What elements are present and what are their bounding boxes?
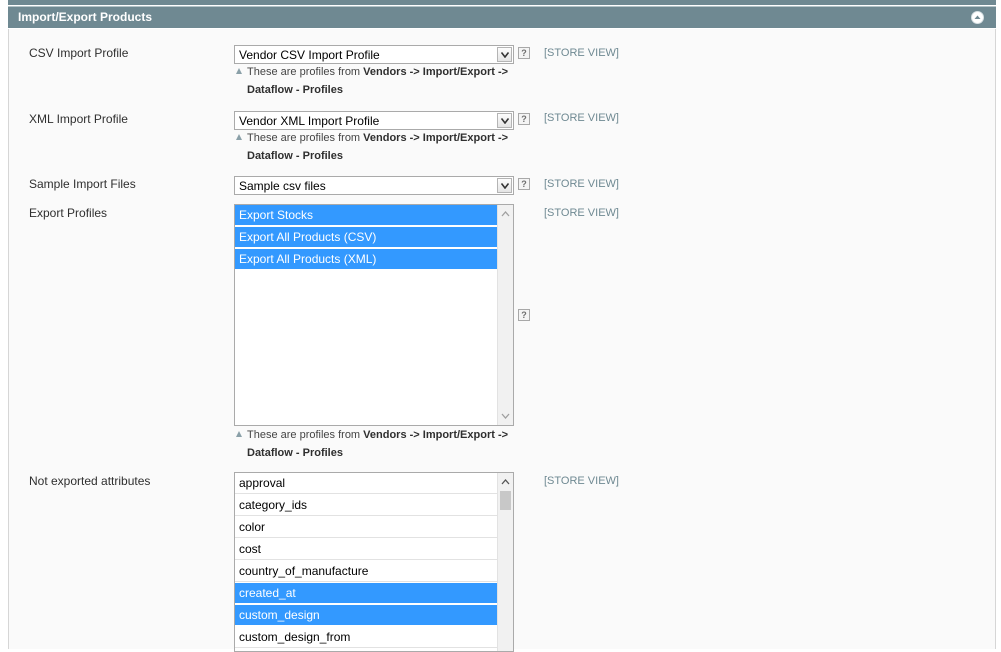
list-item[interactable]: approval [235, 473, 497, 494]
sample-files-select[interactable]: Sample csv files [234, 176, 514, 195]
help-icon[interactable]: ? [518, 178, 530, 190]
list-item[interactable]: Export Stocks [235, 205, 497, 226]
xml-import-scope: [STORE VIEW] [544, 112, 619, 124]
list-item[interactable]: Export All Products (CSV) [235, 227, 497, 248]
export-profiles-multiselect[interactable]: Export Stocks Export All Products (CSV) … [234, 204, 514, 426]
not-exported-multiselect[interactable]: approval category_ids color cost country… [234, 472, 514, 652]
xml-import-note: These are profiles from Vendors -> Impor… [236, 129, 526, 165]
csv-import-note: These are profiles from Vendors -> Impor… [236, 63, 526, 99]
note-prefix: These are profiles from [247, 132, 361, 144]
note-prefix: These are profiles from [247, 429, 361, 441]
dropdown-arrow-icon[interactable] [497, 47, 512, 62]
section-title: Import/Export Products [18, 10, 153, 24]
note-path-line2: Dataflow - Profiles [247, 84, 343, 96]
scrollbar-thumb[interactable] [500, 491, 511, 510]
sample-files-scope: [STORE VIEW] [544, 178, 619, 190]
xml-import-value: Vendor XML Import Profile [239, 114, 380, 128]
list-item[interactable]: custom_design [235, 605, 497, 626]
export-profiles-label: Export Profiles [29, 206, 108, 220]
list-item[interactable]: country_of_manufacture [235, 561, 497, 582]
list-item[interactable]: category_ids [235, 495, 497, 516]
help-icon[interactable]: ? [518, 113, 530, 125]
not-exported-scope: [STORE VIEW] [544, 475, 619, 487]
list-item[interactable]: custom_design_from [235, 627, 497, 648]
scroll-up-icon[interactable] [501, 211, 510, 217]
sample-files-label: Sample Import Files [29, 177, 136, 191]
note-path-line2: Dataflow - Profiles [247, 150, 343, 162]
note-path: Vendors -> Import/Export -> [363, 132, 509, 144]
note-path: Vendors -> Import/Export -> [363, 66, 509, 78]
help-icon[interactable]: ? [518, 47, 530, 59]
scrollbar[interactable] [497, 205, 513, 425]
list-item[interactable]: Export All Products (XML) [235, 249, 497, 270]
sample-files-value: Sample csv files [239, 179, 326, 193]
export-profiles-scope: [STORE VIEW] [544, 207, 619, 219]
list-item[interactable]: cost [235, 539, 497, 560]
section-header[interactable]: Import/Export Products [8, 6, 996, 28]
xml-import-select[interactable]: Vendor XML Import Profile [234, 111, 514, 130]
csv-import-value: Vendor CSV Import Profile [239, 48, 380, 62]
dropdown-arrow-icon[interactable] [497, 113, 512, 128]
csv-import-label: CSV Import Profile [29, 46, 129, 60]
help-icon[interactable]: ? [518, 309, 530, 321]
not-exported-label: Not exported attributes [29, 474, 151, 488]
note-path: Vendors -> Import/Export -> [363, 429, 509, 441]
note-arrow-icon [236, 134, 242, 140]
csv-import-select[interactable]: Vendor CSV Import Profile [234, 45, 514, 64]
collapse-up-icon[interactable] [971, 11, 984, 24]
list-item[interactable]: color [235, 517, 497, 538]
scrollbar[interactable] [497, 473, 513, 651]
export-profiles-note: These are profiles from Vendors -> Impor… [236, 426, 526, 462]
dropdown-arrow-icon[interactable] [497, 178, 512, 193]
note-path-line2: Dataflow - Profiles [247, 447, 343, 459]
scroll-up-icon[interactable] [501, 479, 510, 485]
note-arrow-icon [236, 68, 242, 74]
list-item[interactable]: created_at [235, 583, 497, 604]
xml-import-label: XML Import Profile [29, 112, 128, 126]
scroll-down-icon[interactable] [501, 413, 510, 419]
csv-import-scope: [STORE VIEW] [544, 47, 619, 59]
note-arrow-icon [236, 431, 242, 437]
note-prefix: These are profiles from [247, 66, 361, 78]
